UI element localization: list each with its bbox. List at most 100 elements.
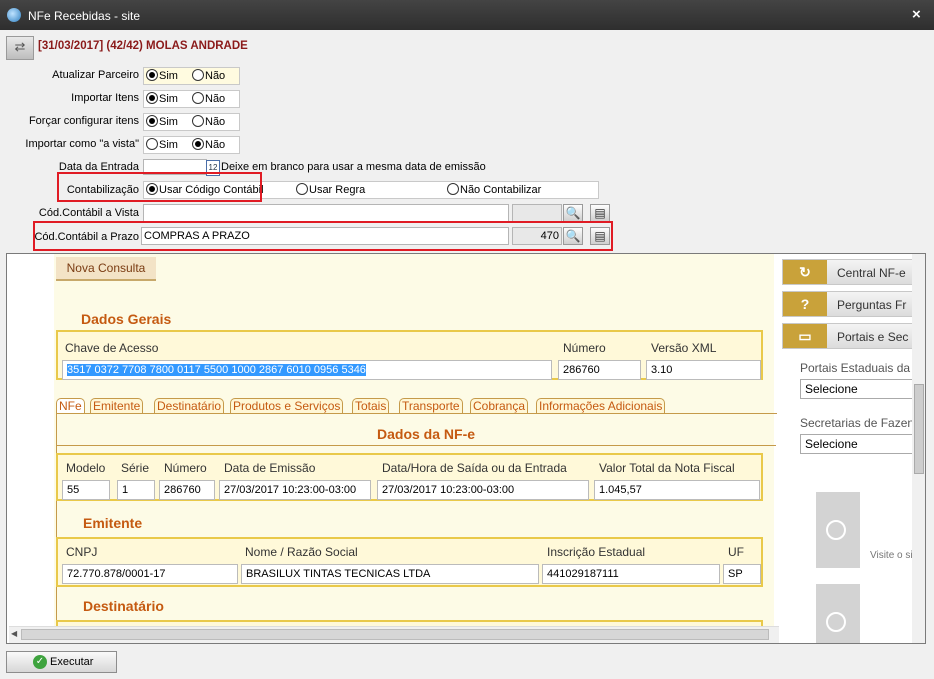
dados-nfe-title: Dados da NF-e bbox=[377, 426, 476, 442]
portais-button[interactable]: ▭ Portais e Sec bbox=[782, 323, 917, 349]
nova-consulta-button[interactable]: Nova Consulta bbox=[56, 257, 156, 281]
forcar-configurar-sim[interactable]: Sim bbox=[146, 115, 178, 128]
portais-label: Portais e Sec bbox=[837, 330, 909, 344]
chave-field[interactable]: 3517 0372 7708 7800 0117 5500 1000 2867 … bbox=[62, 360, 552, 380]
emitente-title: Emitente bbox=[83, 515, 143, 531]
importar-vista-sim[interactable]: Sim bbox=[146, 138, 178, 151]
app-icon bbox=[7, 8, 21, 22]
cod-vista-label: Cód.Contábil a Vista bbox=[38, 207, 139, 219]
saida-field[interactable]: 27/03/2017 10:23:00-03:00 bbox=[377, 480, 589, 500]
tab-nfe[interactable]: NFe bbox=[56, 398, 85, 413]
cod-vista-search-icon[interactable]: 🔍 bbox=[563, 204, 583, 222]
swap-arrows-icon[interactable]: ⇄ bbox=[6, 36, 34, 60]
cnpj-field[interactable]: 72.770.878/0001-17 bbox=[62, 564, 238, 584]
versao-label: Versão XML bbox=[651, 341, 717, 355]
portais-estaduais-select[interactable]: Selecione bbox=[800, 379, 920, 399]
nome-field[interactable]: BRASILUX TINTAS TECNICAS LTDA bbox=[241, 564, 539, 584]
importar-itens-label: Importar Itens bbox=[71, 92, 139, 104]
nfe-numero-label: Número bbox=[164, 461, 207, 475]
title-bar: NFe Recebidas - site × bbox=[0, 0, 934, 30]
ie-field[interactable]: 441029187111 bbox=[542, 564, 720, 584]
uf-field[interactable]: SP bbox=[723, 564, 761, 584]
cod-vista-code[interactable] bbox=[512, 204, 562, 222]
scroll-left-icon[interactable]: ◀ bbox=[11, 629, 17, 638]
atualizar-parceiro-nao[interactable]: Não bbox=[192, 69, 225, 82]
valor-label: Valor Total da Nota Fiscal bbox=[599, 461, 735, 475]
portal-icon: ▭ bbox=[783, 324, 827, 348]
window-title: NFe Recebidas - site bbox=[28, 9, 141, 23]
central-nfe-button[interactable]: ↻ Central NF-e bbox=[782, 259, 917, 285]
vertical-scrollbar[interactable] bbox=[912, 254, 925, 643]
emitente-box: CNPJ 72.770.878/0001-17 Nome / Razão Soc… bbox=[56, 537, 763, 587]
nfe-title-divider bbox=[56, 445, 776, 446]
destinatario-title: Destinatário bbox=[83, 598, 164, 614]
close-icon[interactable]: × bbox=[912, 6, 921, 23]
versao-field[interactable]: 3.10 bbox=[646, 360, 761, 380]
modelo-label: Modelo bbox=[66, 461, 106, 475]
contabilizacao-regra[interactable]: Usar Regra bbox=[296, 183, 365, 196]
chave-value: 3517 0372 7708 7800 0117 5500 1000 2867 … bbox=[67, 364, 366, 376]
portais-estaduais-label: Portais Estaduais da bbox=[800, 361, 911, 375]
horizontal-scrollbar[interactable]: ◀ bbox=[9, 626, 779, 643]
right-panel: ↻ Central NF-e ? Perguntas Fr ▭ Portais … bbox=[782, 254, 925, 643]
atualizar-parceiro-label: Atualizar Parceiro bbox=[52, 69, 139, 81]
nome-label: Nome / Razão Social bbox=[245, 545, 358, 559]
contabilizacao-nao[interactable]: Não Contabilizar bbox=[447, 183, 541, 196]
serie-field[interactable]: 1 bbox=[117, 480, 155, 500]
dados-gerais-box: Chave de Acesso 3517 0372 7708 7800 0117… bbox=[56, 330, 763, 380]
importar-itens-sim[interactable]: Sim bbox=[146, 92, 178, 105]
record-title: [31/03/2017] (42/42) MOLAS ANDRADE bbox=[38, 40, 248, 52]
numero-field[interactable]: 286760 bbox=[558, 360, 641, 380]
nfe-main-content: Nova Consulta Dados Gerais Chave de Aces… bbox=[9, 254, 779, 626]
cod-vista-list-icon[interactable]: ▤ bbox=[590, 204, 610, 222]
emissao-label: Data de Emissão bbox=[224, 461, 316, 475]
chave-label: Chave de Acesso bbox=[65, 341, 159, 355]
globe-icon bbox=[826, 612, 846, 632]
dados-gerais-title: Dados Gerais bbox=[81, 311, 172, 327]
tab-emitente[interactable]: Emitente bbox=[90, 398, 144, 413]
cod-vista-description[interactable] bbox=[143, 204, 509, 222]
nfe-numero-field[interactable]: 286760 bbox=[159, 480, 215, 500]
tab-cobranca[interactable]: Cobrança bbox=[470, 398, 529, 413]
forcar-configurar-nao[interactable]: Não bbox=[192, 115, 225, 128]
tab-totais[interactable]: Totais bbox=[352, 398, 390, 413]
numero-label: Número bbox=[563, 341, 606, 355]
tab-informacoes-adicionais[interactable]: Informações Adicionais bbox=[536, 398, 666, 413]
perguntas-label: Perguntas Fr bbox=[837, 298, 907, 312]
question-icon: ? bbox=[783, 292, 827, 316]
sefaz-web-view: Nova Consulta Dados Gerais Chave de Aces… bbox=[6, 253, 926, 644]
secretarias-label: Secretarias de Fazen bbox=[800, 416, 915, 430]
atualizar-parceiro-group: Sim Não bbox=[143, 67, 240, 85]
tab-destinatario[interactable]: Destinatário bbox=[154, 398, 225, 413]
dados-nfe-box: Modelo 55 Série 1 Número 286760 Data de … bbox=[56, 453, 763, 501]
executar-button[interactable]: ✓ Executar bbox=[6, 651, 117, 673]
modelo-field[interactable]: 55 bbox=[62, 480, 110, 500]
refresh-icon: ↻ bbox=[783, 260, 827, 284]
secretarias-select[interactable]: Selecione bbox=[800, 434, 920, 454]
atualizar-parceiro-sim[interactable]: Sim bbox=[146, 69, 178, 82]
cnpj-label: CNPJ bbox=[66, 545, 98, 559]
highlight-contabilizacao bbox=[57, 172, 262, 202]
executar-label: Executar bbox=[50, 656, 94, 668]
valor-field[interactable]: 1.045,57 bbox=[594, 480, 760, 500]
forcar-configurar-label: Forçar configurar itens bbox=[28, 115, 139, 127]
horizontal-scroll-thumb[interactable] bbox=[21, 629, 769, 640]
importar-itens-nao[interactable]: Não bbox=[192, 92, 225, 105]
importar-vista-group: Sim Não bbox=[143, 136, 240, 154]
importar-itens-group: Sim Não bbox=[143, 90, 240, 108]
uf-label: UF bbox=[728, 545, 744, 559]
perguntas-button[interactable]: ? Perguntas Fr bbox=[782, 291, 917, 317]
importar-vista-nao[interactable]: Não bbox=[192, 138, 225, 151]
nfe-tabs: NFe Emitente Destinatário Produtos e Ser… bbox=[56, 398, 716, 414]
tab-transporte[interactable]: Transporte bbox=[399, 398, 463, 413]
saida-label: Data/Hora de Saída ou da Entrada bbox=[382, 461, 567, 475]
serie-label: Série bbox=[121, 461, 150, 475]
vertical-scroll-thumb[interactable] bbox=[914, 384, 924, 474]
forcar-configurar-group: Sim Não bbox=[143, 113, 240, 131]
importar-vista-label: Importar como "a vista" bbox=[25, 138, 139, 150]
tab-produtos-servicos[interactable]: Produtos e Serviços bbox=[230, 398, 344, 413]
ie-label: Inscrição Estadual bbox=[547, 545, 646, 559]
checkmark-icon: ✓ bbox=[33, 655, 47, 669]
highlight-cod-prazo bbox=[33, 221, 613, 251]
emissao-field[interactable]: 27/03/2017 10:23:00-03:00 bbox=[219, 480, 371, 500]
